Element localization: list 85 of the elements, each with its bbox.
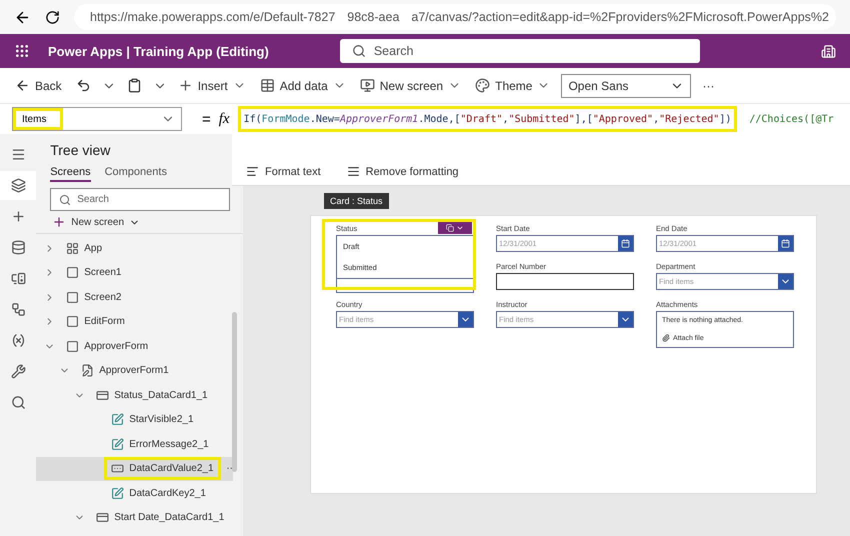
tree-item[interactable]: Start Date_DataCard1_1 xyxy=(36,506,233,530)
reload-icon[interactable] xyxy=(45,10,60,24)
card-icon xyxy=(96,511,110,524)
flow-icon xyxy=(10,302,26,317)
tree-item[interactable]: DataCardValue2_1 ·· xyxy=(36,456,233,481)
plus-icon xyxy=(178,78,193,93)
variable-icon xyxy=(10,333,26,348)
plus-icon xyxy=(10,209,26,224)
formula-comment: //Choices([@Tr xyxy=(749,114,834,124)
form-icon xyxy=(81,364,94,378)
copilot-button[interactable] xyxy=(438,222,472,234)
calendar-icon xyxy=(781,239,790,248)
edit-icon xyxy=(111,413,124,426)
screen-icon xyxy=(66,340,80,353)
font-dropdown[interactable]: Open Sans xyxy=(561,74,692,98)
more-button[interactable]: ··· xyxy=(699,76,718,94)
search-icon xyxy=(59,194,72,206)
tab[interactable]: Screens xyxy=(50,164,91,182)
app-title: Power Apps | Training App (Editing) xyxy=(48,44,269,58)
tree-item[interactable]: StarVisible2_1 xyxy=(36,408,233,432)
more-button[interactable]: ·· xyxy=(226,463,233,474)
calendar-button[interactable] xyxy=(778,236,793,251)
tree-item[interactable]: ApproverForm xyxy=(36,334,233,358)
tree-item[interactable]: ErrorMessage2_1 xyxy=(36,432,233,456)
theme-button[interactable]: Theme xyxy=(472,76,554,95)
calendar-button[interactable] xyxy=(618,236,633,251)
tree-item[interactable]: Status_DataCard1_1 xyxy=(36,383,233,408)
tree-item[interactable]: Screen2 xyxy=(36,285,233,310)
tree-item[interactable]: DataCardKey2_1 xyxy=(36,481,233,506)
table-icon xyxy=(260,78,275,93)
tree-item[interactable]: App xyxy=(36,236,233,260)
tree-item[interactable]: EditForm xyxy=(36,310,233,334)
wrench-icon xyxy=(10,364,26,379)
app-launcher-icon[interactable] xyxy=(14,43,30,59)
panel-title: Tree view xyxy=(49,142,112,160)
address-bar[interactable]: https://make.powerapps.com/e/Default-7827 98c8-aea a7/canvas/?action=edit&app-id=%2Fproviders%2FMicrosoft.PowerApps%2 xyxy=(74,4,836,30)
format-text-button[interactable]: Format text xyxy=(240,164,327,179)
screen-button[interactable]: New screen xyxy=(356,76,464,95)
layers-button[interactable] xyxy=(0,171,36,200)
data-button[interactable]: Add data xyxy=(256,76,349,95)
text-field[interactable] xyxy=(496,273,634,290)
screen-icon xyxy=(66,290,80,304)
calendar-icon xyxy=(621,239,630,248)
tab[interactable]: Components xyxy=(104,164,167,182)
property-dropdown[interactable]: Items xyxy=(12,107,182,131)
search-field[interactable]: Search xyxy=(340,39,700,63)
app-icon xyxy=(66,242,80,255)
scrollbar[interactable] xyxy=(232,312,237,472)
fx-label: fx xyxy=(218,110,230,128)
expand-button[interactable] xyxy=(458,312,473,327)
search-icon xyxy=(352,44,366,58)
database-icon xyxy=(10,240,26,255)
tree-item[interactable]: ApproverForm1 xyxy=(36,358,233,383)
menu-icon xyxy=(10,147,26,162)
clipboard-icon xyxy=(126,78,142,93)
search-field[interactable]: Search xyxy=(50,188,230,211)
paperclip-icon xyxy=(662,334,670,342)
insert-button[interactable]: Insert xyxy=(174,76,249,95)
undo-icon xyxy=(76,78,91,93)
copy-icon xyxy=(446,224,454,232)
tree-item[interactable]: Screen1 xyxy=(36,260,233,285)
card-icon xyxy=(96,388,110,402)
expand-button[interactable] xyxy=(618,312,633,327)
formula-text[interactable]: If(FormMode.New=ApproverForm1.Mode,["Draft","Submitted"],["Approved","Rejected"]) xyxy=(238,106,738,132)
chevron-down-icon xyxy=(456,224,464,232)
search-icon xyxy=(10,395,26,410)
palette-icon xyxy=(475,78,490,93)
monitor-icon xyxy=(360,78,375,93)
remove-formatting-button[interactable]: Remove formatting xyxy=(340,164,465,179)
edit-icon xyxy=(111,438,124,451)
media-icon xyxy=(10,271,26,286)
plus-icon xyxy=(52,215,66,229)
edit-icon xyxy=(111,486,124,500)
new-screen-button[interactable]: New screen xyxy=(36,211,243,234)
align-left-icon xyxy=(246,165,259,178)
lines-icon xyxy=(346,165,360,178)
dropdown-icon xyxy=(111,462,124,476)
expand-button[interactable] xyxy=(778,274,793,289)
screen-icon xyxy=(66,266,80,280)
environment-icon[interactable] xyxy=(821,44,836,58)
screen-icon xyxy=(66,315,80,328)
layers-icon xyxy=(10,178,26,193)
tooltip: Card : Status xyxy=(324,193,389,209)
equals-sign: = xyxy=(202,110,211,128)
back-button[interactable]: Back xyxy=(12,76,65,95)
